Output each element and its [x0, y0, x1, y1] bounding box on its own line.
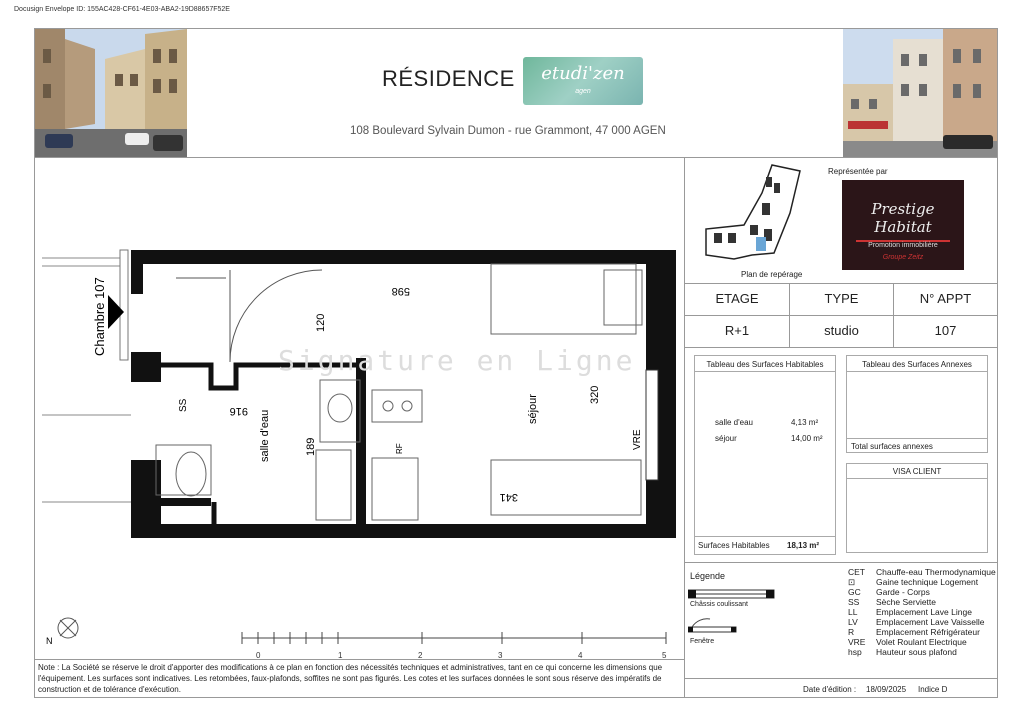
chassis-symbol	[688, 589, 775, 599]
legend-codes: CET Chauffe-eau Thermodynamique ⊡ Gaine te…	[848, 567, 996, 657]
watermark: Signature en Ligne	[278, 344, 635, 377]
visa-client-box: VISA CLIENT	[846, 463, 988, 553]
scale-tick-0: 0	[256, 651, 261, 660]
legend-divider	[684, 562, 998, 563]
fenetre-label: Fenêtre	[690, 638, 715, 645]
legend-code-row: SS Sèche Serviette	[848, 597, 937, 607]
dim-120: 120	[315, 314, 327, 332]
edition-date-label: Date d'édition :	[803, 685, 857, 694]
prestige-habitat-logo: Prestige Habitat Promotion immobilière Gr…	[842, 180, 964, 270]
scale-tick-3: 3	[498, 651, 503, 660]
annexes-total-label: Total surfaces annexes	[851, 442, 933, 451]
legend-title: Légende	[690, 571, 726, 581]
surfaces-table: Tableau des Surfaces Habitables salle d'…	[694, 355, 836, 555]
represented-by: Représentée par	[828, 167, 888, 176]
docusign-envelope-id: Docusign Envelope ID: 155AC428-CF61-4E03…	[14, 6, 230, 13]
location-plan	[705, 164, 801, 260]
visa-client-title: VISA CLIENT	[892, 467, 942, 476]
surface-row-label: séjour	[715, 434, 737, 443]
surfaces-total-value: 18,13 m²	[787, 541, 820, 550]
etage-value: R+1	[724, 323, 750, 338]
scale-tick-5: 5	[662, 651, 667, 660]
dim-320: 320	[589, 386, 601, 404]
appt-header: N° APPT	[919, 291, 972, 306]
dim-598: 598	[392, 285, 410, 297]
dim-189: 189	[305, 438, 317, 456]
dim-341: 341	[500, 491, 518, 503]
info-top	[684, 283, 998, 284]
scale-tick-2: 2	[418, 651, 423, 660]
corridor-wall	[119, 249, 129, 361]
appt-value: 107	[934, 323, 957, 338]
visa-title-rule	[847, 478, 987, 479]
logo-main-text: etudi'zen	[541, 63, 625, 84]
north-arrow: N	[46, 617, 79, 646]
brand-name: Prestige Habitat	[871, 200, 935, 236]
surface-row-value: 14,00 m²	[791, 434, 823, 443]
residence-address: 108 Boulevard Sylvain Dumon - rue Grammo…	[350, 125, 666, 137]
legend-code-row: GC Garde - Corps	[848, 587, 930, 597]
brand-group: Groupe Zeitz	[882, 254, 924, 261]
legend-code-row: LV Emplacement Lave Vaisselle	[848, 617, 985, 627]
disclaimer-note: Note : La Société se réserve le droit d'…	[38, 663, 663, 694]
surfaces-table-title: Tableau des Surfaces Habitables	[706, 360, 824, 369]
header-divider	[35, 157, 998, 158]
street-photo-left	[35, 29, 187, 157]
info-mid	[684, 315, 998, 316]
annexes-table: Tableau des Surfaces Annexes Total surfa…	[846, 355, 988, 453]
scale-tick-4: 4	[578, 651, 583, 660]
surfaces-total-label: Surfaces Habitables	[698, 541, 770, 550]
type-value: studio	[824, 323, 859, 338]
room-label: Chambre 107	[92, 277, 107, 356]
logo-sub-text: agen	[575, 88, 591, 95]
etudizen-logo: etudi'zen agen	[523, 57, 643, 105]
street-photo-right	[843, 29, 997, 157]
type-header: TYPE	[824, 291, 859, 306]
annexes-table-title: Tableau des Surfaces Annexes	[862, 360, 972, 369]
edition-date-value: 18/09/2025	[866, 685, 907, 694]
floor-plan: Signature en Ligne Chambre 107 598 120 9…	[42, 249, 676, 660]
revision-index: Indice D	[918, 685, 948, 694]
legend-code-row: VRE Volet Roulant Electrique	[848, 637, 967, 647]
annexes-total-rule	[847, 438, 987, 439]
ss-label: SS	[178, 398, 189, 412]
location-plan-caption: Plan de repérage	[741, 270, 803, 279]
rf-label: RF	[395, 443, 404, 454]
annexes-title-rule	[847, 371, 987, 372]
scale-bar	[241, 632, 667, 644]
legend-code-row: R Emplacement Réfrigérateur	[848, 627, 980, 637]
legend-code-row: CET Chauffe-eau Thermodynamique	[848, 567, 996, 577]
scale-tick-1: 1	[338, 651, 343, 660]
legend-code-row: ⊡ Gaine technique Logement	[848, 577, 979, 587]
surface-row-value: 4,13 m²	[791, 418, 819, 427]
north-label: N	[46, 636, 53, 646]
residence-title: RÉSIDENCE	[382, 66, 515, 91]
surfaces-title-rule	[695, 371, 835, 372]
info-bottom	[684, 347, 998, 348]
date-divider	[684, 678, 998, 679]
surface-row-label: salle d'eau	[715, 418, 753, 427]
surfaces-total-rule	[695, 536, 835, 537]
brand-tagline: Promotion immobilière	[868, 242, 938, 249]
vre-label: VRE	[632, 429, 643, 450]
fenetre-symbol	[688, 618, 737, 633]
dim-916: 916	[230, 405, 248, 417]
chassis-label: Châssis coulissant	[690, 601, 748, 608]
salle-deau-label: salle d'eau	[259, 410, 271, 462]
etage-header: ETAGE	[715, 291, 759, 306]
sejour-label: séjour	[527, 394, 539, 424]
right-panel-divider	[684, 157, 685, 698]
legend-code-row: hsp Hauteur sous plafond	[848, 647, 957, 657]
legend-code-row: LL Emplacement Lave Linge	[848, 607, 972, 617]
